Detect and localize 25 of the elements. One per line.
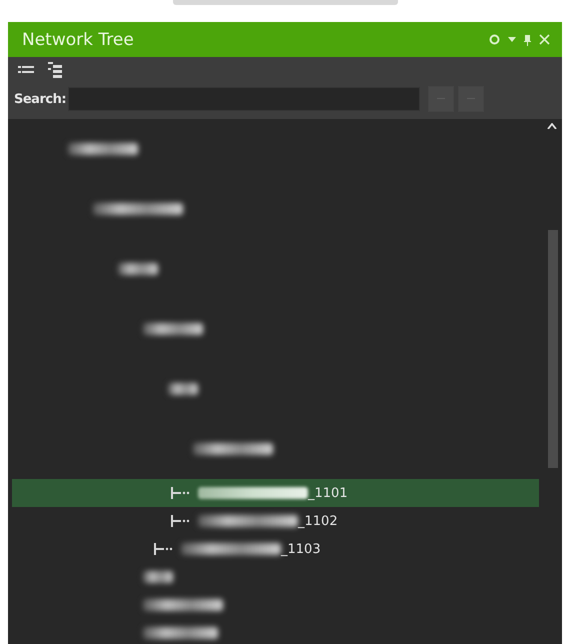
redacted-label[interactable] xyxy=(118,263,158,275)
node-label[interactable]: _1101 xyxy=(308,486,348,500)
node-label[interactable]: _1103 xyxy=(281,542,321,556)
window-title: Network Tree xyxy=(22,30,135,50)
redacted-label[interactable] xyxy=(168,383,198,395)
redacted-label[interactable] xyxy=(143,571,173,583)
redacted-label[interactable] xyxy=(143,323,203,335)
port-icon xyxy=(170,515,192,527)
list-view-icon[interactable] xyxy=(18,65,34,75)
redacted-label[interactable] xyxy=(193,443,273,455)
settings-icon[interactable] xyxy=(489,34,500,45)
pin-icon[interactable] xyxy=(524,34,531,46)
port-icon xyxy=(170,487,192,499)
redacted-label[interactable] xyxy=(93,203,183,215)
search-label: Search: xyxy=(14,92,66,106)
scroll-thumb[interactable] xyxy=(548,230,558,468)
tree-view-icon[interactable] xyxy=(48,62,62,78)
port-icon xyxy=(153,543,175,555)
dropdown-icon[interactable] xyxy=(508,37,516,42)
close-icon[interactable] xyxy=(539,34,550,45)
scroll-up-icon[interactable] xyxy=(547,123,557,129)
node-label[interactable]: _1102 xyxy=(298,514,338,528)
redacted-label[interactable] xyxy=(143,599,223,611)
redacted-label[interactable] xyxy=(143,627,218,639)
redacted-label[interactable] xyxy=(68,143,138,155)
